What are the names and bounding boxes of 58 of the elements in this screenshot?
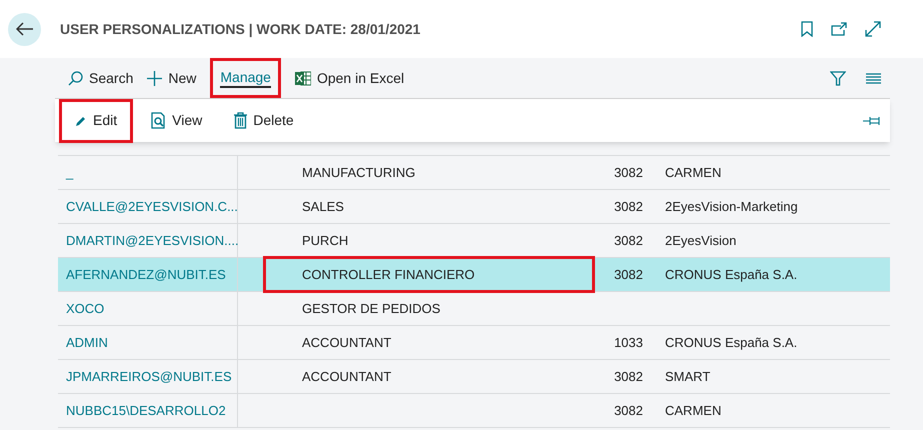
table-row[interactable]: XOCO GESTOR DE PEDIDOS <box>58 292 890 326</box>
table-cell-text: 1033 <box>614 334 643 352</box>
user-link[interactable]: AFERNANDEZ@NUBIT.ES <box>66 264 226 284</box>
list-icon[interactable] <box>866 72 881 84</box>
table-cell-text: CONTROLLER FINANCIERO <box>302 266 475 284</box>
expand-icon[interactable] <box>865 21 881 37</box>
table-cell-text: CRONUS España S.A. <box>665 266 798 284</box>
toolbar-button[interactable]: Open in Excel <box>294 58 404 98</box>
table-row[interactable]: CVALLE@2EYESVISION.C... SALES 3082 2EyesVision-Marketing <box>58 190 890 224</box>
table-cell-text: 3082 <box>614 368 643 386</box>
menu-item[interactable]: Edit <box>59 98 134 142</box>
manage-tab[interactable]: Manage <box>210 58 281 98</box>
user-link[interactable]: _ <box>66 162 74 182</box>
table-cell-text: 3082 <box>614 266 643 284</box>
table-row[interactable]: AFERNANDEZ@NUBIT.ES CONTROLLER FINANCIERO 3082 CRONUS España S.A. <box>58 258 890 292</box>
user-link[interactable]: NUBBC15\DESARROLLO2 <box>66 400 226 420</box>
pin-icon[interactable] <box>863 116 880 126</box>
back-button[interactable] <box>8 12 41 46</box>
toolbar-button[interactable]: Search <box>68 58 134 98</box>
table-cell-text: GESTOR DE PEDIDOS <box>302 300 440 318</box>
table-cell-text: 3082 <box>614 402 643 420</box>
table-cell-text: ACCOUNTANT <box>302 368 392 386</box>
menu-item[interactable]: View <box>137 98 216 142</box>
user-link[interactable]: CVALLE@2EYESVISION.C... <box>66 196 238 216</box>
excel-icon <box>294 70 311 86</box>
pencil-icon <box>75 114 87 126</box>
table-cell-text: 3082 <box>614 198 643 216</box>
user-link[interactable]: DMARTIN@2EYESVISION.... <box>66 230 239 250</box>
open-in-new-window-icon[interactable] <box>831 22 847 36</box>
plus-icon <box>147 70 162 86</box>
page-title: USER PERSONALIZATIONS | WORK DATE: 28/01/2021 <box>60 20 420 40</box>
table-row[interactable]: JPMARREIROS@NUBIT.ES ACCOUNTANT 3082 SMART <box>58 360 890 394</box>
table-cell-text: 3082 <box>614 164 643 182</box>
table-row[interactable]: _ MANUFACTURING 3082 CARMEN <box>58 156 890 190</box>
magnifier-document-icon <box>151 112 166 129</box>
bookmark-icon[interactable] <box>801 21 813 37</box>
filter-icon[interactable] <box>830 70 846 86</box>
table-cell-text: MANUFACTURING <box>302 164 416 182</box>
user-link[interactable]: ADMIN <box>66 332 108 352</box>
menu-item[interactable]: Delete <box>220 98 308 142</box>
table-cell-text: ACCOUNTANT <box>302 334 392 352</box>
toolbar-button[interactable]: New <box>147 58 196 98</box>
table-cell-text: SALES <box>302 198 344 216</box>
user-link[interactable]: XOCO <box>66 298 104 318</box>
table-cell-text: 3082 <box>614 232 643 250</box>
table-cell-text: 2EyesVision-Marketing <box>665 198 798 216</box>
table-cell-text: SMART <box>665 368 710 386</box>
table-cell-text: PURCH <box>302 232 348 250</box>
table-cell-text: CARMEN <box>665 402 722 420</box>
table-cell-text: CRONUS España S.A. <box>665 334 798 352</box>
table-cell-text: 2EyesVision <box>665 232 736 250</box>
table-row[interactable]: NUBBC15\DESARROLLO2 3082 CARMEN <box>58 394 890 428</box>
trash-icon <box>234 112 248 129</box>
search-icon <box>68 70 83 86</box>
back-arrow-icon <box>16 22 34 36</box>
table-row[interactable]: ADMIN ACCOUNTANT 1033 CRONUS España S.A. <box>58 326 890 360</box>
table-cell-text: CARMEN <box>665 164 722 182</box>
user-link[interactable]: JPMARREIROS@NUBIT.ES <box>66 366 232 386</box>
